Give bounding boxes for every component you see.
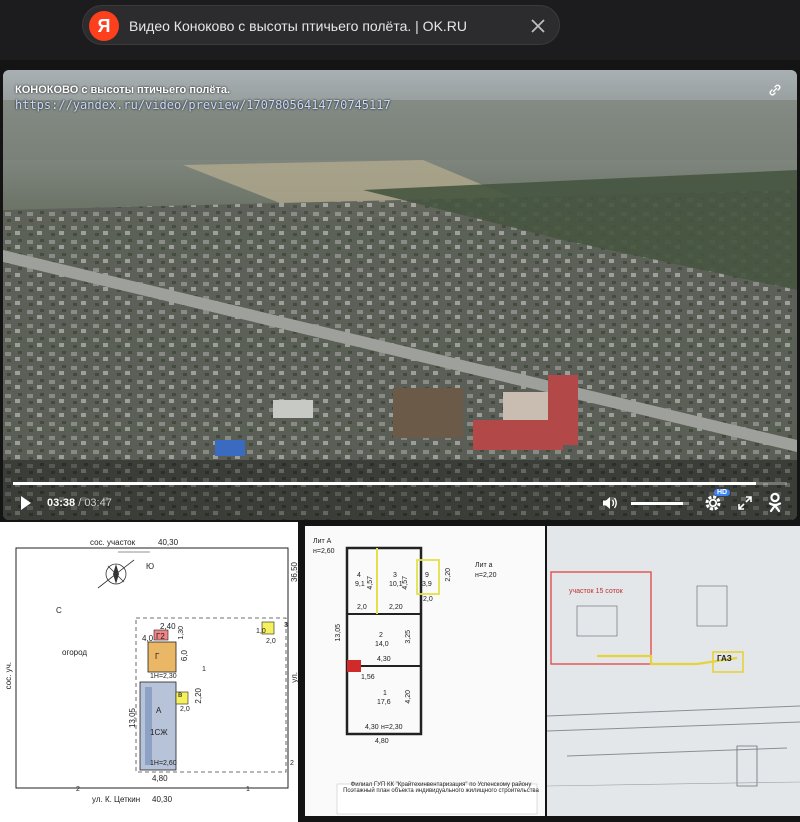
- play-icon[interactable]: [19, 494, 33, 512]
- floor-plan-drawing: [336, 546, 538, 815]
- total-time: 03:47: [84, 497, 112, 509]
- dim-h2-30: 1Н=2,30: [150, 673, 177, 680]
- video-player[interactable]: КОНОКОВО с высоты птичьего полёта. https…: [3, 70, 797, 520]
- v-label: в: [178, 690, 183, 699]
- right-street-label: ул.: [290, 672, 298, 683]
- point-1: 1: [202, 666, 206, 673]
- room-9-area: 3,9: [422, 581, 432, 588]
- dim-1-30: 1,30: [178, 626, 185, 640]
- g2-label: Г2: [156, 632, 165, 641]
- browser-tab[interactable]: Я Видео Коноково с высоты птичьего полёт…: [82, 5, 560, 45]
- room-2-area: 14,0: [375, 641, 389, 648]
- height-2-30: н=2,30: [381, 724, 403, 731]
- left-length-label: 13,05: [128, 708, 137, 729]
- volume-slider-fill: [631, 502, 684, 505]
- aerial-village-frame: [3, 70, 797, 520]
- top-width-label: 40,30: [158, 538, 179, 547]
- width-2-0-a: 2,0: [357, 604, 367, 611]
- compass-c-label: С: [56, 606, 62, 615]
- point-1b: 1: [246, 786, 250, 793]
- dim-1-0: 1,0: [256, 628, 266, 635]
- floor-plan-image: Лит А н=2,60 Лит а н=2,20 4 9,1 3 10,1 9…: [305, 526, 545, 816]
- width-4-80: 4,80: [375, 738, 389, 745]
- width-4-30-b: 4,30: [365, 724, 379, 731]
- volume-icon[interactable]: [601, 494, 619, 512]
- width-2-20: 2,20: [389, 604, 403, 611]
- garden-label: огород: [62, 648, 88, 657]
- top-neighbor-label: сос. участок: [90, 538, 136, 547]
- browser-tab-bar: Я Видео Коноково с высоты птичьего полёт…: [0, 0, 800, 60]
- lit-a-height: н=2,60: [313, 548, 335, 555]
- room-4-number: 4: [357, 572, 361, 579]
- g-label: Г: [155, 652, 160, 661]
- dim-2-40: 2,40: [160, 622, 176, 631]
- room-2-number: 2: [379, 632, 383, 639]
- dim-2-0: 2,0: [180, 706, 190, 713]
- tab-title: Видео Коноково с высоты птичьего полёта.…: [129, 18, 468, 34]
- room-1-number: 1: [383, 690, 387, 697]
- point-2b: 2: [76, 786, 80, 793]
- time-separator: /: [75, 497, 85, 509]
- compass-yu-label: Ю: [146, 562, 155, 571]
- ok-logo-icon[interactable]: [767, 492, 783, 514]
- bottom-width-label: 40,30: [152, 795, 173, 804]
- survey-scan-image: участок 15 соток ГАЗ: [547, 526, 800, 816]
- lit-a-label: Лит А: [313, 538, 332, 545]
- height-4-57-a: 4,57: [367, 576, 374, 590]
- video-time: 03:38 / 03:47: [47, 497, 112, 509]
- volume-slider[interactable]: [631, 502, 689, 505]
- video-title: КОНОКОВО с высоты птичьего полёта.: [15, 84, 231, 96]
- site-plan-image: сос. участок 40,30 С Ю огород сос. уч. 3…: [0, 522, 298, 822]
- dim-2-20: 2,20: [194, 688, 203, 704]
- settings-gear-icon[interactable]: [703, 493, 723, 513]
- room-9-number: 9: [425, 572, 429, 579]
- dim-2-0b: 2,0: [266, 638, 276, 645]
- compass-rose-icon: [97, 559, 135, 589]
- height-3-25: 3,25: [405, 630, 412, 644]
- dim-6-0: 6,0: [180, 650, 189, 662]
- video-progress-bar[interactable]: [13, 482, 787, 485]
- survey-note: участок 15 соток: [569, 588, 623, 595]
- lit-a2-label: Лит а: [475, 562, 493, 569]
- caption-title: Поэтажный план объекта индивидуального ж…: [343, 788, 539, 794]
- video-url-link[interactable]: https://yandex.ru/video/preview/17078056…: [15, 98, 391, 112]
- dim-4-0: 4,0: [142, 634, 154, 643]
- height-4-20: 4,20: [405, 690, 412, 704]
- room-1-area: 17,6: [377, 699, 391, 706]
- floor-plan-caption: Филиал ГУП КК "Крайтехинвентаризация" по…: [341, 782, 541, 794]
- bottom-street-label: ул. К. Цеткин: [92, 795, 141, 804]
- dim-4-80: 4,80: [152, 774, 168, 783]
- height-4-57-b: 4,57: [402, 576, 409, 590]
- quality-badge: HD: [714, 489, 731, 496]
- survey-scan-drawing: [547, 526, 800, 816]
- fullscreen-icon[interactable]: [737, 495, 753, 511]
- video-controls: 03:38 / 03:47 HD: [3, 488, 797, 520]
- point-3: 3: [284, 622, 288, 629]
- dim-h2-60: 1Н=2,60: [150, 760, 177, 767]
- house-label: А: [156, 706, 162, 715]
- height-13-05: 13,05: [335, 624, 342, 642]
- width-2-0-b: 2,0: [423, 596, 433, 603]
- yandex-logo-icon: Я: [89, 11, 119, 41]
- left-neighbor-label: сос. уч.: [4, 662, 13, 690]
- lit-a2-height: н=2,20: [475, 572, 497, 579]
- video-progress-fill: [13, 482, 757, 485]
- close-icon[interactable]: [527, 15, 549, 37]
- point-2: 2: [290, 760, 294, 767]
- room-3-area: 10,1: [389, 581, 403, 588]
- house-tag-label: 1СЖ: [150, 728, 168, 737]
- gas-label: ГАЗ: [717, 654, 732, 663]
- current-time: 03:38: [47, 497, 76, 509]
- right-length-label: 36,50: [290, 562, 298, 583]
- width-4-30-a: 4,30: [377, 656, 391, 663]
- height-2-20: 2,20: [445, 568, 452, 582]
- room-3-number: 3: [393, 572, 397, 579]
- room-4-area: 9,1: [355, 581, 365, 588]
- dim-1-56: 1,56: [361, 674, 375, 681]
- link-icon[interactable]: [767, 82, 783, 98]
